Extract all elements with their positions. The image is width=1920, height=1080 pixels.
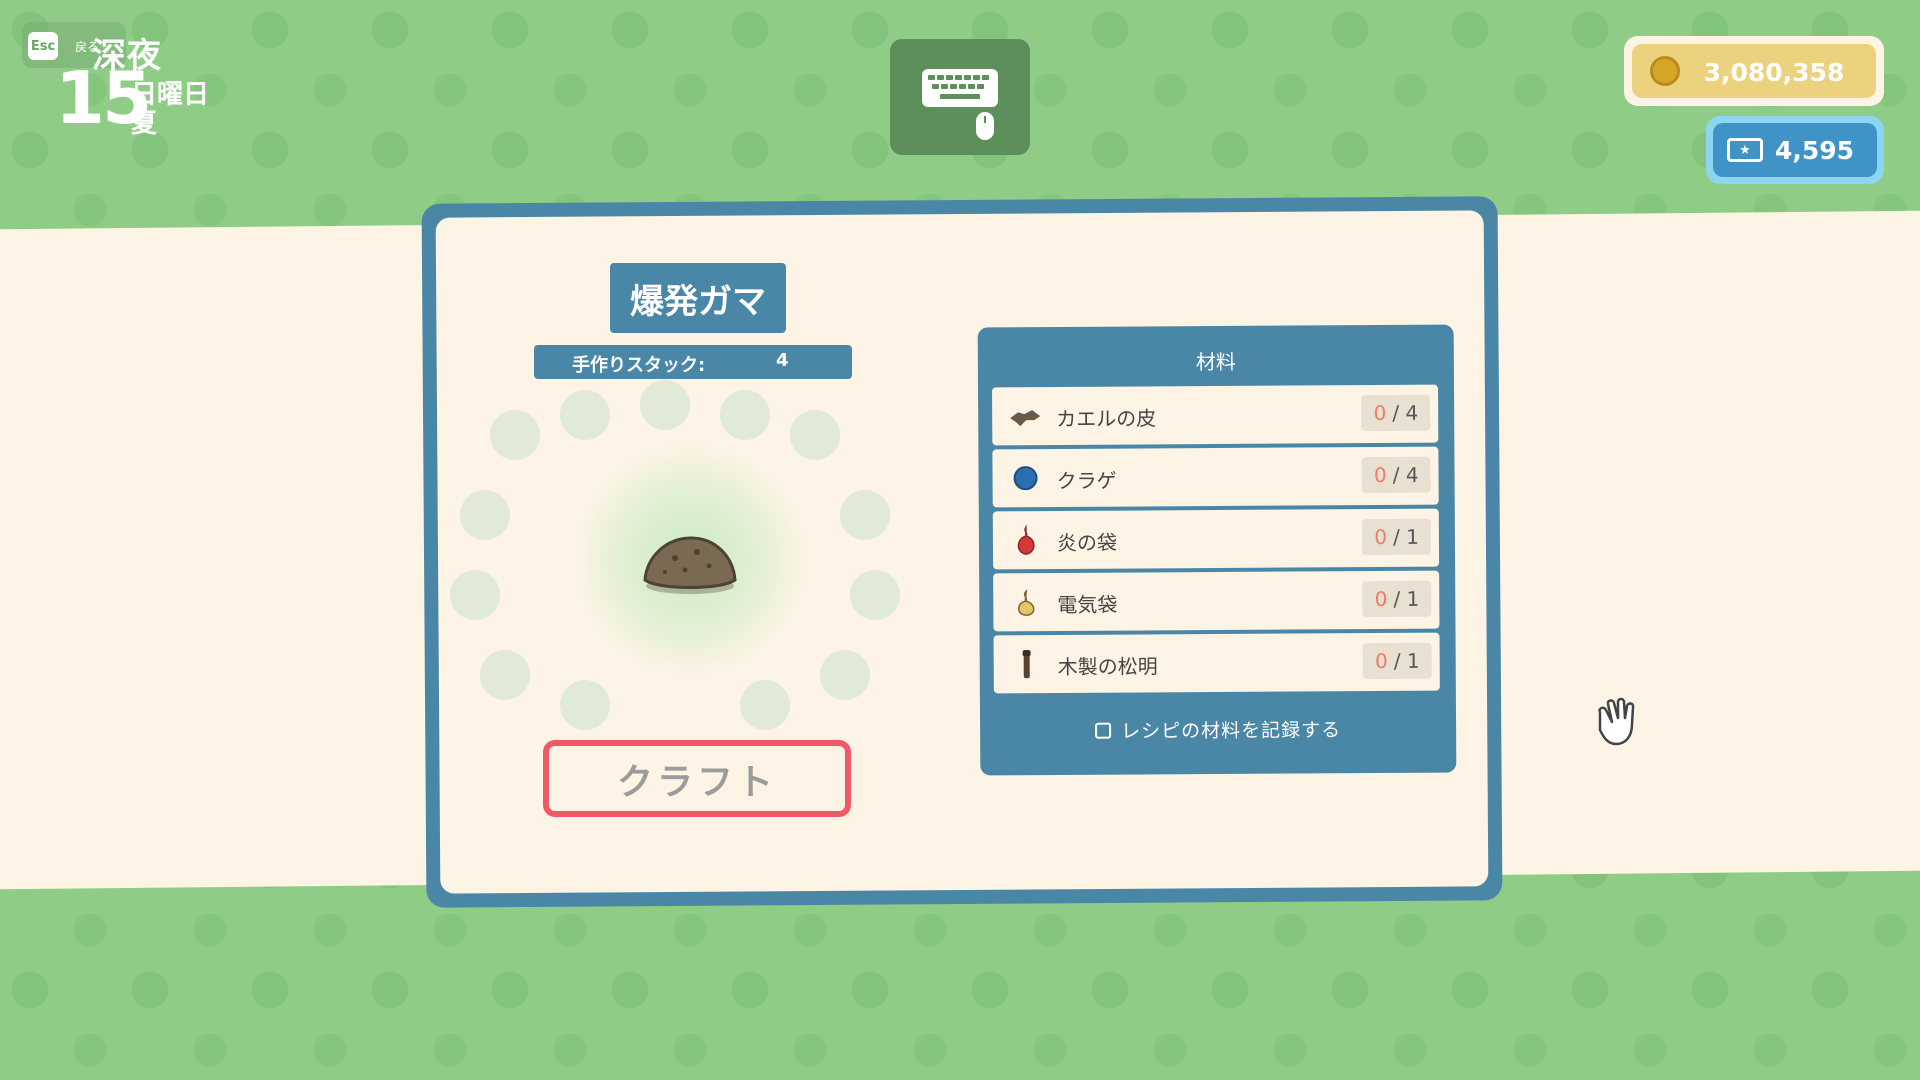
ticket-counter: ★ 4,595 [1706,116,1884,184]
electric-sac-icon [1017,589,1035,616]
material-name: 木製の松明 [1057,654,1158,679]
hand-cursor-icon [1598,697,1635,746]
material-name: クラゲ [1056,468,1117,493]
ticket-value: 4,595 [1775,136,1855,165]
stack-value: 4 [776,350,789,371]
material-name: 電気袋 [1057,592,1118,617]
material-count: 0/ 1 [1362,642,1432,680]
exploding-toad-icon [643,536,737,594]
gold-counter: 3,080,358 [1624,36,1884,106]
material-count: 0/ 1 [1362,518,1432,556]
frog-skin-icon [1010,410,1041,427]
gold-value: 3,080,358 [1703,58,1845,87]
record-recipe-toggle[interactable]: レシピの材料を記録する [980,715,1456,745]
mouse-icon [976,112,994,140]
ticket-icon: ★ [1727,138,1763,162]
stack-label: 手作りスタック: [572,355,706,376]
jellyfish-icon [1013,466,1038,491]
season: 夏 [131,109,158,139]
craft-stack-info: 手作りスタック: 4 [534,345,852,379]
materials-title: 材料 [1195,349,1236,375]
keyboard-icon [922,69,998,107]
materials-panel: 材料 カエルの皮 0/ 4 クラゲ 0/ 4 炎の袋 0/ 1 電気袋 0/ 1… [977,324,1457,776]
record-recipe-label: レシピの材料を記録する [1121,719,1342,743]
material-count: 0/ 4 [1361,394,1431,432]
material-row[interactable]: 炎の袋 0/ 1 [992,508,1440,570]
material-row[interactable]: カエルの皮 0/ 4 [992,384,1439,446]
material-row[interactable]: クラゲ 0/ 4 [992,446,1439,508]
material-row[interactable]: 電気袋 0/ 1 [993,570,1440,632]
material-count: 0/ 4 [1361,456,1431,494]
item-preview [450,380,930,740]
input-mode-indicator [890,39,1030,155]
material-count: 0/ 1 [1362,580,1432,618]
material-row[interactable]: 木製の松明 0/ 1 [993,632,1440,694]
record-recipe-checkbox[interactable] [1095,722,1112,739]
craft-button[interactable]: クラフト [543,740,851,817]
esc-key-icon[interactable]: Esc [28,32,58,60]
material-name: カエルの皮 [1056,406,1157,431]
item-title: 爆発ガマ [610,263,786,333]
wooden-torch-icon [1022,650,1031,679]
fire-sac-icon [1017,524,1035,555]
material-name: 炎の袋 [1056,530,1118,555]
